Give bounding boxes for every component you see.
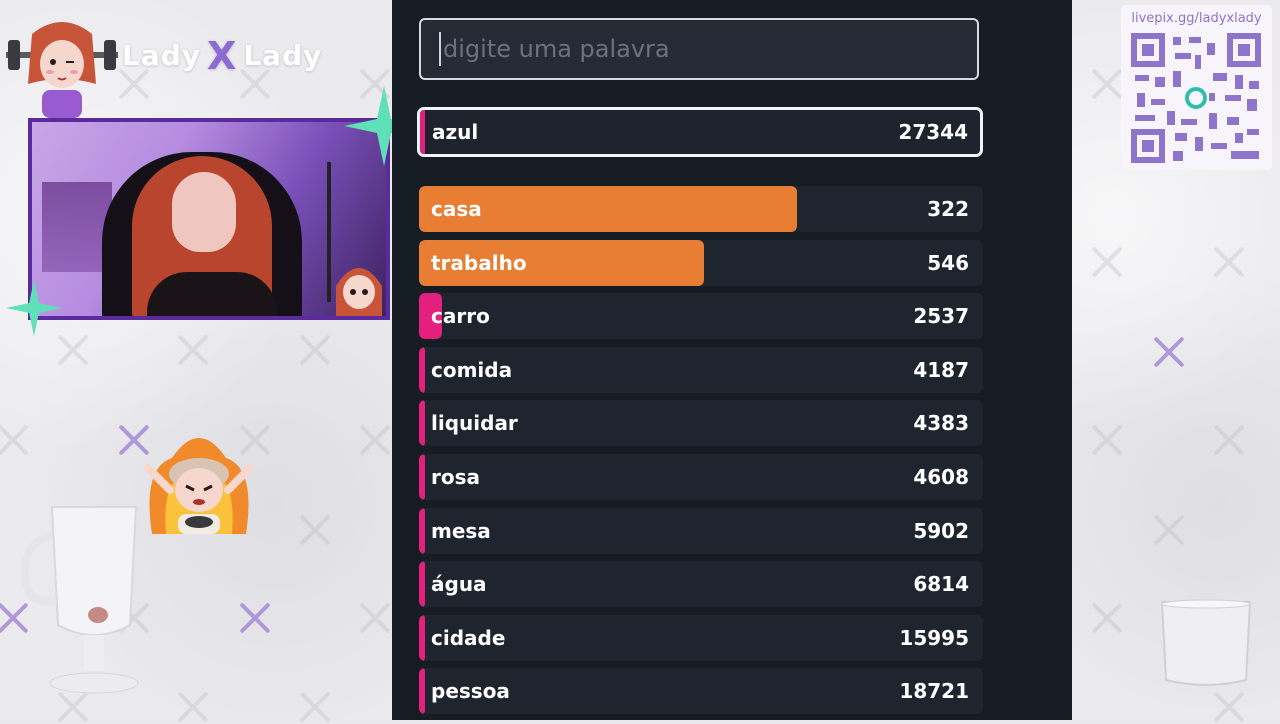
guess-row: carro 2537 bbox=[419, 293, 983, 340]
word-input-box[interactable] bbox=[419, 18, 979, 80]
similarity-bar bbox=[419, 668, 425, 715]
x-pattern-icon bbox=[298, 513, 332, 547]
guess-score: 2537 bbox=[913, 304, 969, 329]
similarity-bar bbox=[419, 614, 425, 661]
logo-text-right: Lady bbox=[243, 39, 323, 72]
guess-score: 4608 bbox=[913, 465, 969, 489]
guess-row: cidade 15995 bbox=[419, 614, 983, 661]
x-pattern-icon bbox=[358, 423, 392, 457]
x-pattern-icon bbox=[176, 690, 210, 724]
guess-word: comida bbox=[431, 357, 513, 382]
channel-logo: Lady X Lady bbox=[122, 34, 322, 78]
x-pattern-icon bbox=[176, 333, 210, 367]
guess-word: mesa bbox=[431, 518, 491, 543]
x-pattern-icon bbox=[298, 333, 332, 367]
mascot-avatar-icon bbox=[6, 22, 118, 118]
x-pattern-icon bbox=[1090, 601, 1124, 635]
x-pattern-icon bbox=[1212, 423, 1246, 457]
guess-row: trabalho 546 bbox=[419, 239, 983, 286]
guess-word: liquidar bbox=[431, 411, 518, 436]
current-guess-bar bbox=[420, 110, 425, 154]
guess-score: 6814 bbox=[913, 572, 969, 597]
guess-score: 322 bbox=[927, 197, 969, 221]
x-pattern-icon bbox=[1152, 513, 1186, 547]
guess-score: 18721 bbox=[899, 679, 969, 704]
similarity-bar bbox=[419, 507, 425, 554]
current-guess-score: 27344 bbox=[898, 120, 968, 144]
guess-word: cidade bbox=[431, 625, 506, 650]
guess-row: rosa 4608 bbox=[419, 454, 983, 500]
webcam-feed bbox=[28, 118, 390, 320]
x-pattern-icon bbox=[1212, 690, 1246, 724]
x-pattern-icon bbox=[56, 333, 90, 367]
guess-score: 4187 bbox=[913, 357, 969, 382]
guess-word: água bbox=[431, 572, 487, 597]
guess-score: 15995 bbox=[899, 625, 969, 650]
livepix-qr-panel: livepix.gg/ladyxlady bbox=[1121, 5, 1272, 170]
x-pattern-icon bbox=[1212, 245, 1246, 279]
guess-row: água 6814 bbox=[419, 561, 983, 608]
guess-word: trabalho bbox=[431, 250, 527, 275]
guess-row: pessoa 18721 bbox=[419, 668, 983, 715]
sparkle-icon bbox=[6, 280, 62, 336]
logo-x-mark: X bbox=[207, 34, 238, 78]
similarity-bar bbox=[419, 454, 425, 500]
guess-row: liquidar 4383 bbox=[419, 400, 983, 447]
guess-row: casa 322 bbox=[419, 186, 983, 232]
livepix-url: livepix.gg/ladyxlady bbox=[1131, 11, 1262, 26]
guess-word: casa bbox=[431, 197, 482, 221]
logo-text-left: Lady bbox=[122, 39, 202, 72]
similarity-bar bbox=[419, 400, 425, 447]
guess-word: rosa bbox=[431, 465, 481, 489]
guess-word: carro bbox=[431, 304, 490, 329]
x-pattern-icon bbox=[1090, 423, 1124, 457]
x-pattern-icon bbox=[0, 423, 30, 457]
guess-row: mesa 5902 bbox=[419, 507, 983, 554]
current-guess-row: azul 27344 bbox=[417, 107, 983, 157]
glass-mug-icon bbox=[20, 506, 139, 694]
x-pattern-icon bbox=[298, 690, 332, 724]
similarity-bar bbox=[419, 346, 425, 393]
x-pattern-icon bbox=[1152, 335, 1186, 369]
guess-score: 546 bbox=[927, 250, 969, 275]
similarity-bar bbox=[419, 561, 425, 608]
current-guess-word: azul bbox=[432, 120, 479, 144]
x-pattern-icon bbox=[358, 601, 392, 635]
angry-chibi-sticker-icon bbox=[144, 438, 254, 534]
guess-row: comida 4187 bbox=[419, 346, 983, 393]
x-pattern-icon bbox=[1090, 67, 1124, 101]
x-pattern-icon bbox=[238, 601, 272, 635]
guess-score: 5902 bbox=[913, 518, 969, 543]
chibi-sticker-icon bbox=[336, 268, 382, 316]
word-input[interactable] bbox=[441, 34, 977, 64]
contexto-game-panel: azul 27344 casa 322 trabalho 546 carro 2537 co… bbox=[392, 0, 1072, 720]
guess-score: 4383 bbox=[913, 411, 969, 436]
guess-word: pessoa bbox=[431, 679, 510, 704]
qr-code-icon bbox=[1131, 33, 1261, 163]
x-pattern-icon bbox=[1090, 245, 1124, 279]
drinking-glass-icon bbox=[1160, 599, 1252, 686]
